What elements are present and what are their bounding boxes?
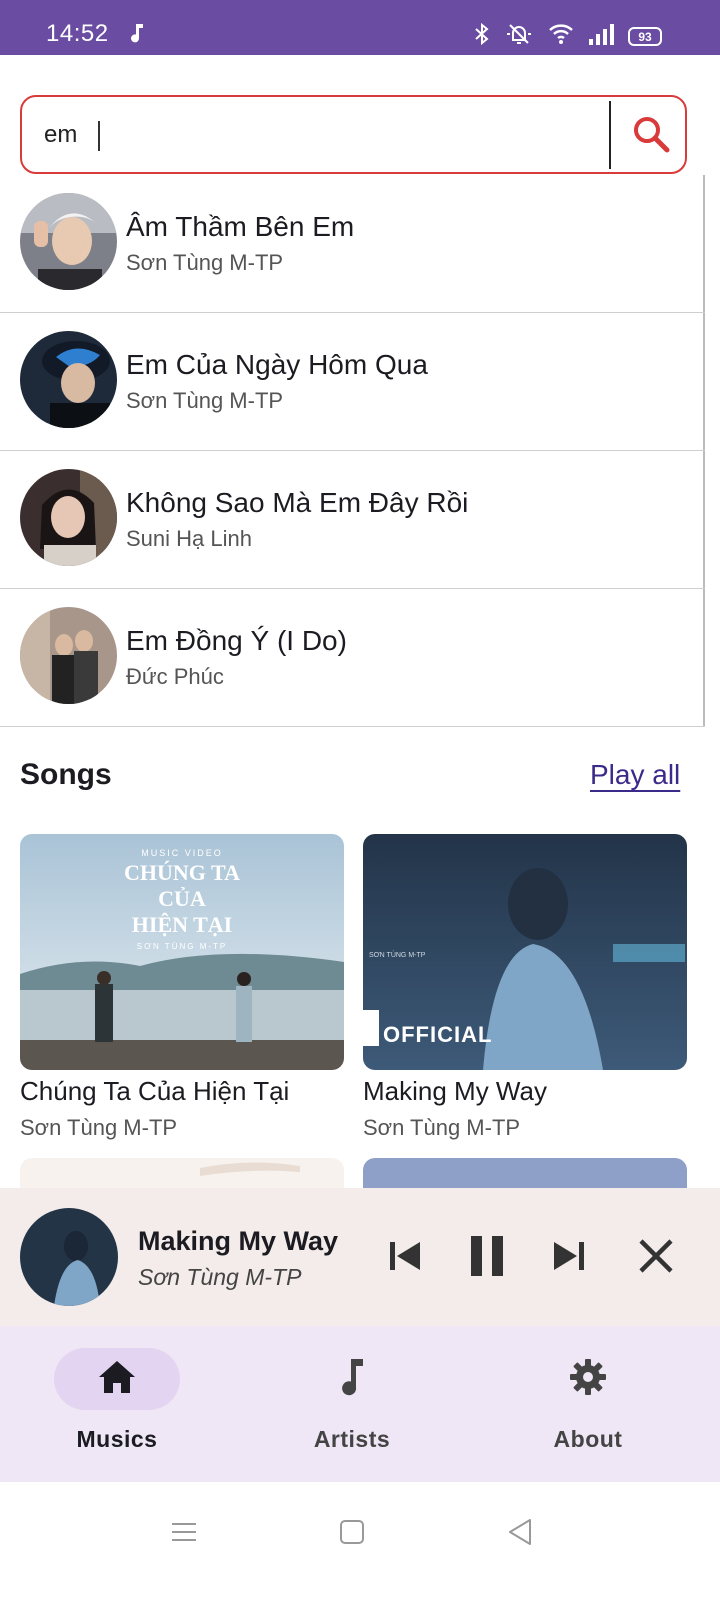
artist-avatar	[20, 469, 117, 566]
status-time: 14:52	[46, 20, 109, 47]
artist-avatar	[20, 193, 117, 290]
nav-item-artists[interactable]: Artists	[262, 1348, 442, 1468]
text-caret	[98, 121, 100, 151]
nav-icon-container	[289, 1348, 415, 1410]
suggestion-artist: Đức Phúc	[126, 664, 224, 689]
artist-avatar	[20, 607, 117, 704]
battery-level: 93	[638, 29, 652, 44]
bluetooth-icon	[474, 22, 490, 51]
recent-apps-button[interactable]	[160, 1510, 208, 1558]
search-input[interactable]	[44, 117, 604, 153]
song-card-partial[interactable]	[363, 1158, 687, 1188]
skip-previous-icon	[384, 1236, 424, 1281]
home-button[interactable]	[328, 1510, 376, 1558]
mini-player[interactable]: Making My Way Sơn Tùng M-TP	[0, 1188, 720, 1326]
suggestion-title: Không Sao Mà Em Đây Rồi	[126, 487, 469, 518]
song-thumbnail: MUSIC VIDEO CHÚNG TA CỦA HIỆN TẠI SƠN TÙ…	[20, 834, 344, 1070]
suggestion-title: Em Của Ngày Hôm Qua	[126, 349, 428, 380]
suggestion-artist: Sơn Tùng M-TP	[126, 388, 284, 413]
system-navigation-bar	[0, 1482, 720, 1600]
search-button[interactable]	[620, 103, 682, 169]
search-divider	[609, 101, 611, 169]
artist-avatar	[20, 331, 117, 428]
suggestion-item[interactable]: Em Đồng Ý (I Do) Đức Phúc	[0, 589, 705, 727]
song-card[interactable]: MUSIC VIDEO CHÚNG TA CỦA HIỆN TẠI SƠN TÙ…	[20, 834, 344, 1141]
gear-icon	[568, 1357, 608, 1402]
song-title: Making My Way	[363, 1076, 547, 1106]
suggestion-artist: Suni Hạ Linh	[126, 526, 252, 551]
previous-button[interactable]	[376, 1230, 432, 1286]
song-artist: Sơn Tùng M-TP	[20, 1115, 178, 1140]
close-icon	[636, 1236, 676, 1281]
close-player-button[interactable]	[628, 1230, 684, 1286]
pause-icon	[467, 1234, 507, 1283]
suggestion-title: Em Đồng Ý (I Do)	[126, 625, 347, 656]
suggestion-item[interactable]: Âm Thầm Bên Em Sơn Tùng M-TP	[0, 175, 705, 313]
skip-next-icon	[550, 1236, 590, 1281]
square-icon	[339, 1519, 365, 1550]
search-icon	[631, 114, 671, 159]
wifi-icon	[548, 23, 574, 50]
status-icons: 93	[474, 22, 662, 51]
thumbnail-tagline: MUSIC VIDEO	[141, 848, 223, 858]
pause-button[interactable]	[459, 1230, 515, 1286]
suggestion-item[interactable]: Em Của Ngày Hôm Qua Sơn Tùng M-TP	[0, 313, 705, 451]
song-card[interactable]: OFFICIAL SƠN TÙNG M-TP Making My Way Sơn…	[363, 834, 687, 1141]
suggestion-item[interactable]: Không Sao Mà Em Đây Rồi Suni Hạ Linh	[0, 451, 705, 589]
battery-icon: 93	[628, 27, 662, 46]
song-title: Chúng Ta Của Hiện Tại	[20, 1076, 290, 1106]
nav-label: Musics	[76, 1426, 158, 1452]
suggestion-artist: Sơn Tùng M-TP	[126, 250, 284, 275]
back-button[interactable]	[496, 1510, 544, 1558]
nav-label: Artists	[313, 1426, 391, 1452]
home-icon	[97, 1359, 137, 1400]
menu-icon	[170, 1520, 198, 1549]
now-playing-artist: Sơn Tùng M-TP	[138, 1264, 302, 1290]
nav-label: About	[553, 1426, 623, 1452]
next-button[interactable]	[542, 1230, 598, 1286]
nav-item-about[interactable]: About	[498, 1348, 678, 1468]
music-note-icon	[337, 1357, 367, 1402]
thumbnail-badge: OFFICIAL	[383, 1022, 493, 1047]
thumbnail-title: CHÚNG TA CỦA HIỆN TẠI	[124, 860, 240, 937]
music-note-icon	[128, 22, 146, 49]
song-artist: Sơn Tùng M-TP	[363, 1115, 521, 1140]
thumbnail-artist: SƠN TÙNG M-TP	[136, 942, 228, 951]
nav-active-indicator	[54, 1348, 180, 1410]
now-playing-title: Making My Way	[138, 1226, 339, 1256]
songs-heading: Songs	[20, 758, 112, 791]
nav-icon-container	[525, 1348, 651, 1410]
search-suggestions: Âm Thầm Bên Em Sơn Tùng M-TP Em Của Ngày…	[0, 175, 705, 727]
now-playing-artwork	[20, 1208, 118, 1306]
play-all-link[interactable]: Play all	[590, 759, 680, 791]
back-triangle-icon	[506, 1517, 534, 1552]
song-card-partial[interactable]	[20, 1158, 344, 1188]
mute-bell-icon	[504, 22, 534, 51]
nav-item-musics[interactable]: Musics	[27, 1348, 207, 1468]
search-bar	[20, 95, 687, 174]
song-thumbnail: OFFICIAL SƠN TÙNG M-TP	[363, 834, 687, 1070]
signal-icon	[588, 23, 614, 50]
bottom-navigation: Musics Artists About	[0, 1326, 720, 1482]
thumbnail-artist: SƠN TÙNG M-TP	[369, 952, 426, 959]
suggestion-title: Âm Thầm Bên Em	[126, 211, 355, 242]
status-bar: 14:52 93	[0, 0, 720, 55]
